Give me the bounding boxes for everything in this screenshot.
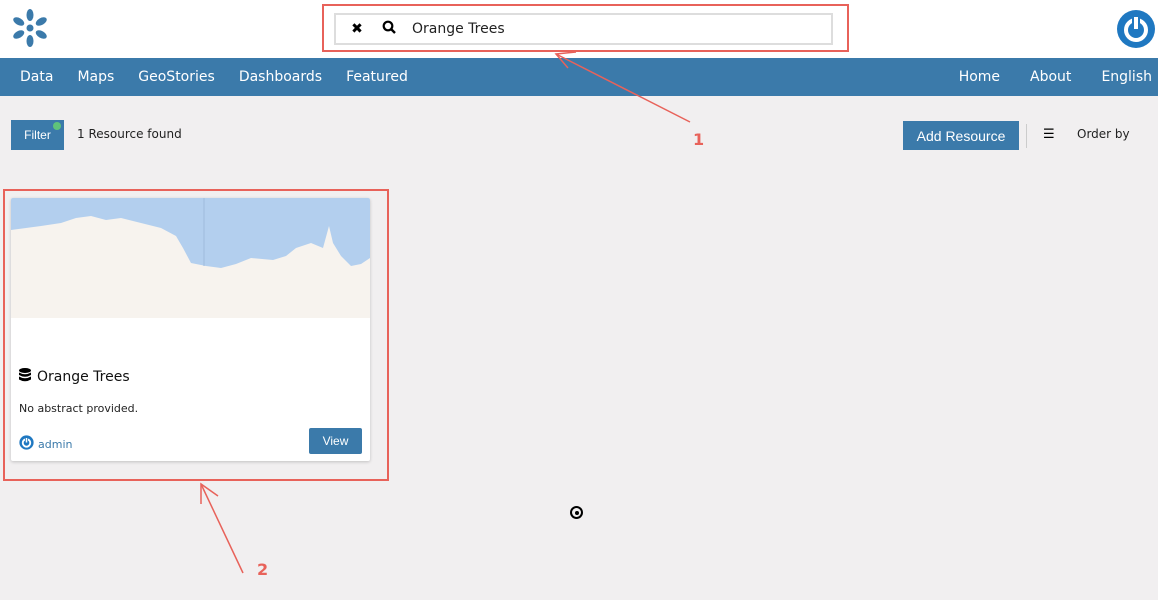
annotation-label-2: 2 xyxy=(257,560,269,579)
mouse-cursor xyxy=(570,506,583,519)
annotation-label-1: 1 xyxy=(693,130,705,149)
